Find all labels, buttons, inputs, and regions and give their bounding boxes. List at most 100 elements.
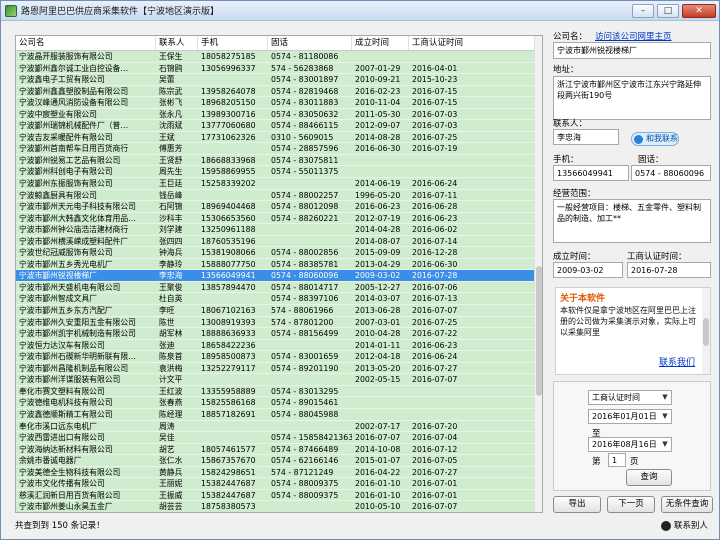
table-cell: 0574 - 83001897 xyxy=(271,75,339,85)
close-button[interactable]: ✕ xyxy=(682,3,716,18)
table-row[interactable]: 宁波吉友采暖配件有限公司 王斌 17731062326 0310 - 5609015 2… xyxy=(16,132,536,144)
table-row[interactable]: 宁波中宸塑业有限公司 张永凡 13989300716 0574 - 83050632 2… xyxy=(16,109,536,121)
table-cell: 傅惠芳 xyxy=(159,144,183,154)
company-label: 公司名： xyxy=(553,32,588,42)
table-cell: 2016-07-05 xyxy=(412,456,458,466)
table-row[interactable]: 宁波鄞州鑫鑫塑胶制品有限公司 陈宗武 13958264078 0574 - 82819… xyxy=(16,86,536,98)
table-row[interactable]: 宁波鄞州鑫尔诚工业自控设备… 石锦鸥 13056996337 574 - 562838… xyxy=(16,63,536,75)
table-row[interactable]: 宁波市鄞州五乡东方汽配厂 李旺 18067102163 574 - 88061966 2… xyxy=(16,305,536,317)
table-row[interactable]: 宁波市鄞州石碶新华明新联有限… 陈泉首 18958500873 0574 - 8300… xyxy=(16,351,536,363)
scope-field[interactable]: 一般经营项目：楼梯、五金零件、塑料制品的制造、加工** xyxy=(553,199,711,243)
table-row[interactable]: 宁波鄞州东振服饰有限公司 王巨廷 15258339202 2014-06-19 2016… xyxy=(16,178,536,190)
contact-field[interactable]: 李忠海 xyxy=(553,129,619,145)
unconditional-query-button[interactable]: 无条件查询 xyxy=(661,496,713,513)
table-cell: 钱岳峰 xyxy=(159,190,183,200)
title-bar[interactable]: 路恩阿里巴巴供应商采集软件【宁波地区演示版】 – □ ✕ xyxy=(1,1,719,21)
table-row[interactable]: 宁波恒力达汉车有限公司 张迪 18658422236 2014-01-11 2016-0… xyxy=(16,340,536,352)
table-row[interactable]: 余姚市番诚电器厂 张仁水 15867357670 0574 - 62166146 201… xyxy=(16,455,536,467)
visit-homepage-link[interactable]: 访问该公司网里主页 xyxy=(595,30,672,42)
table-cell: 陈宗武 xyxy=(159,86,183,96)
table-row[interactable]: 宁波西雷进出口有限公司 吴佳 0574 - 15858421363 2016-07-0… xyxy=(16,432,536,444)
table-row[interactable]: 宁波市鄞州大韩鑫文化体育用品… 沙科丰 15306653560 0574 - 8826… xyxy=(16,213,536,225)
table-cell: 13857894470 xyxy=(201,282,256,292)
mobile-field[interactable]: 13566049941 xyxy=(553,165,629,181)
header-founded[interactable]: 成立时间 xyxy=(352,36,409,50)
table-cell: 2016-07-01 xyxy=(412,490,458,500)
table-row[interactable]: 宁波海纳达新材料有限公司 胡艺 18057461577 0574 - 87466489… xyxy=(16,444,536,456)
table-cell: 王保生 xyxy=(159,52,183,61)
table-row[interactable]: 宁波市鄞州久安重阳五金有限公司 陈世 13008919393 574 - 878012… xyxy=(16,317,536,329)
export-button[interactable]: 导出 xyxy=(553,496,601,513)
table-row[interactable]: 宁波市鄞州五乡秀光电机厂 李静玲 15888077750 0574 - 8838578… xyxy=(16,259,536,271)
table-cell: 2016-07-15 xyxy=(412,98,458,108)
founded-field[interactable]: 2009-03-02 xyxy=(553,262,623,278)
table-cell: 0574 - 88009375 xyxy=(271,479,339,489)
grid-vertical-scrollbar[interactable] xyxy=(534,36,542,512)
table-row[interactable]: 宁波市鄞州姜山永昊五金厂 胡芸芸 18758380573 2010-05-10 2016… xyxy=(16,501,536,512)
table-row[interactable]: 宁波市鄞州天盛机电有限公司 王聚俊 13857894470 0574 - 880147… xyxy=(16,282,536,294)
table-row[interactable]: 宁波市文化传播有限公司 王丽妮 15382447687 0574 - 88009375… xyxy=(16,478,536,490)
table-row[interactable]: 宁波市鄞州天元电子科技有限公司 石阿锦 18969404468 0574 - 8801… xyxy=(16,201,536,213)
table-row[interactable]: 奉化市溪口远东电机厂 周涛 2002-07-17 2016-07-20 xyxy=(16,421,536,433)
table-row[interactable]: 慈溪汇润新日用百货有限公司 王振威 15382447687 0574 - 880093… xyxy=(16,490,536,502)
table-row[interactable]: 宁波市鄞州凯宇机械制造有限公司 胡军林 18888636933 0574 - 8815… xyxy=(16,328,536,340)
header-phone[interactable]: 固话 xyxy=(268,36,352,50)
table-row[interactable]: 宁波鄞州科创电子有限公司 周先生 15958869955 0574 - 5501137… xyxy=(16,166,536,179)
table-cell xyxy=(352,166,409,177)
about-scrollbar-thumb[interactable] xyxy=(703,318,709,346)
table-cell: 2013-06-28 xyxy=(355,306,401,316)
contact-us-link[interactable]: 联系我们 xyxy=(659,355,695,368)
header-cert-date[interactable]: 工商认证时间 xyxy=(409,36,536,50)
from-date-picker[interactable]: 2016年01月01日 ▼ xyxy=(588,409,672,424)
qq-icon xyxy=(661,521,671,531)
table-row[interactable]: 宁波鄞州锐易工艺品有限公司 王贤舒 18668833968 0574 - 830758… xyxy=(16,155,536,167)
table-row[interactable]: 宁波鄞州首南帮车日用百货商行 傅惠芳 0574 - 28857596 2016-06-… xyxy=(16,143,536,155)
about-scrollbar[interactable] xyxy=(702,288,710,374)
table-row[interactable]: 宁波市鄞州锐视楼梯厂 李忠海 13566049941 0574 - 88060096 2… xyxy=(16,270,536,282)
filter-type-select[interactable]: 工商认证时间 ▼ xyxy=(588,390,672,405)
minimize-button[interactable]: – xyxy=(632,3,654,18)
table-row[interactable]: 宁波世纪冠威服饰有限公司 钟海兵 15381908066 0574 - 8800285… xyxy=(16,247,536,259)
maximize-button[interactable]: □ xyxy=(657,3,679,18)
table-row[interactable]: 宁波市鄞州洋谋服装有限公司 计文平 2002-05-15 2016-07-07 xyxy=(16,374,536,386)
table-cell: 2010-11-04 xyxy=(355,98,401,108)
phone-field[interactable]: 0574 - 88060096 xyxy=(631,165,711,181)
table-row[interactable]: 宁波市鄞州横溪嵘成塑料配件厂 张四四 18760535196 2014-08-07 20… xyxy=(16,236,536,248)
scrollbar-thumb[interactable] xyxy=(536,266,542,396)
table-row[interactable]: 宁波汉峰通风消防设备有限公司 张彬飞 18968205150 0574 - 83011… xyxy=(16,97,536,109)
table-cell: 2016-06-30 xyxy=(355,144,401,154)
table-row[interactable]: 奉化市赛文塑料有限公司 王红波 13355958889 0574 - 83013295 xyxy=(16,386,536,398)
contact-others-link[interactable]: 联系别人 xyxy=(661,519,708,533)
qq-contact-button[interactable]: 和我联系 xyxy=(631,132,679,146)
table-row[interactable]: 宁波晶开服装服饰有限公司 王保生 18058275185 0574 - 8118008… xyxy=(16,51,536,63)
company-grid[interactable]: 公司名 联系人 手机 固话 成立时间 工商认证时间 宁波晶开服装服饰有限公司 王保… xyxy=(15,35,543,513)
company-name-field[interactable]: 宁波市鄞州锐视楼梯厂 xyxy=(553,42,711,59)
table-row[interactable]: 宁波市鄞州智成文具厂 杜自英 0574 - 88397106 2014-03-07 20… xyxy=(16,293,536,306)
table-row[interactable]: 宁波美德全生物科技有限公司 黄静兵 15824298651 574 - 8712124… xyxy=(16,467,536,479)
table-cell xyxy=(352,397,409,408)
page-number-input[interactable]: 1 xyxy=(608,453,626,467)
table-row[interactable]: 宁波德维电机科技有限公司 张春燕 15825586168 0574 - 8901546… xyxy=(16,397,536,409)
table-cell: 13056996337 xyxy=(201,63,256,73)
cert-date-field[interactable]: 2016-07-28 xyxy=(627,262,711,278)
table-row[interactable]: 宁波鑫电子工贸有限公司 吴蕾 0574 - 83001897 2010-09-21 20… xyxy=(16,74,536,86)
to-date-picker[interactable]: 2016年08月16日 ▼ xyxy=(588,437,672,452)
table-cell: 沙科丰 xyxy=(159,213,183,223)
next-page-button[interactable]: 下一页 xyxy=(607,496,655,513)
header-company[interactable]: 公司名 xyxy=(16,36,156,50)
table-cell: 奉化市溪口远东电机厂 xyxy=(19,421,97,431)
table-row[interactable]: 宁波市鄞州钟公庙浩洁建材商行 刘学建 13250961188 2014-04-28 20… xyxy=(16,224,536,236)
address-field[interactable]: 浙江宁波市鄞州区宁波市江东兴宁路延伸段两兴街190号 xyxy=(553,76,711,120)
header-mobile[interactable]: 手机 xyxy=(198,36,268,50)
table-cell: 2015-10-23 xyxy=(412,75,458,85)
table-cell: 574 - 88061966 xyxy=(271,306,334,316)
table-row[interactable]: 宁波市鄞州昌隆机制品有限公司 袁洪梅 13252279117 0574 - 89201… xyxy=(16,363,536,375)
table-row[interactable]: 宁波鄞州瑞锦机械配件厂（普… 沈雨斌 13777060680 0574 - 88466… xyxy=(16,120,536,132)
query-button[interactable]: 查询 xyxy=(626,469,672,486)
table-cell: 宁波市鄞州五乡东方汽配厂 xyxy=(19,306,113,316)
table-cell: 吴佳 xyxy=(159,433,175,443)
header-contact[interactable]: 联系人 xyxy=(156,36,198,50)
table-row[interactable]: 宁波鑫德顺斯精工有限公司 陈经理 18857182691 0574 - 8804598… xyxy=(16,409,536,421)
table-cell: 2016-06-30 xyxy=(412,259,458,269)
table-row[interactable]: 宁波鲸鑫厨具有限公司 钱岳峰 0574 - 88002257 1996-05-20 20… xyxy=(16,190,536,202)
